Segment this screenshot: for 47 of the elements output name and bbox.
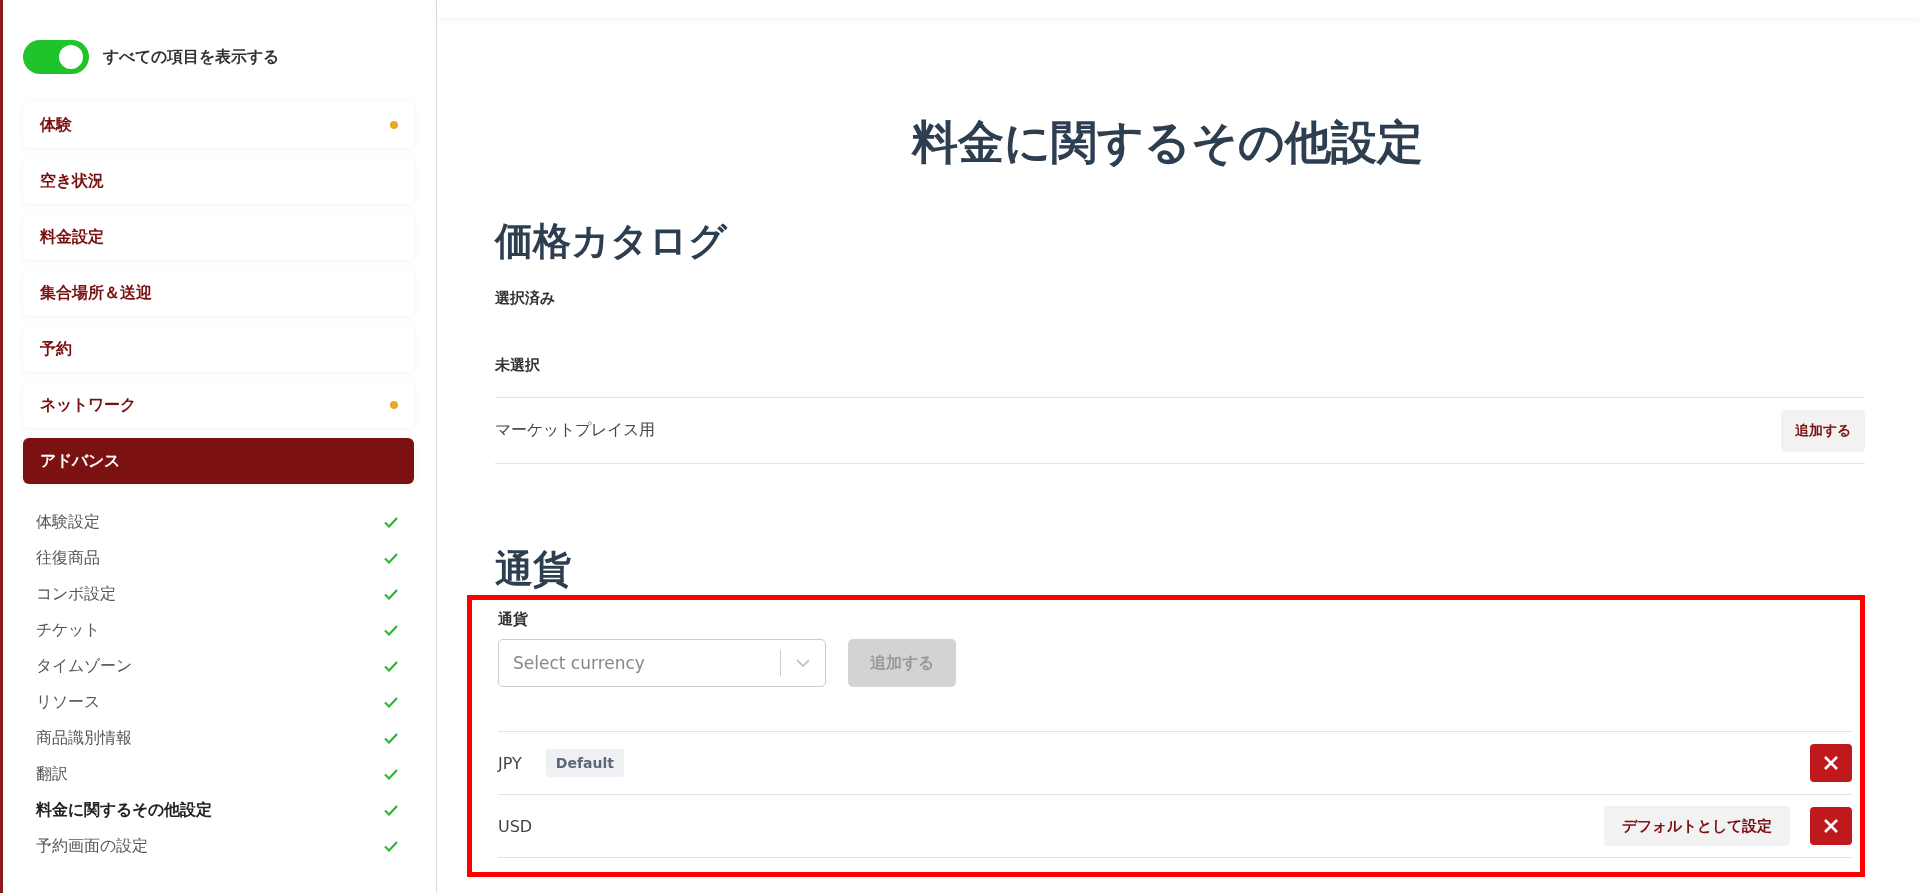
remove-button[interactable] bbox=[1810, 807, 1852, 845]
sidebar-subitem[interactable]: 翻訳 bbox=[36, 756, 398, 792]
check-icon bbox=[384, 588, 398, 600]
sidebar-subitem[interactable]: 予約画面の設定 bbox=[36, 828, 398, 864]
check-icon bbox=[384, 696, 398, 708]
sidebar-subitem[interactable]: 商品識別情報 bbox=[36, 720, 398, 756]
currency-code: JPY bbox=[498, 753, 522, 773]
chevron-down-icon bbox=[795, 658, 811, 668]
sidebar-subitem[interactable]: リソース bbox=[36, 684, 398, 720]
check-icon bbox=[384, 660, 398, 672]
sidebar-subitem[interactable]: コンボ設定 bbox=[36, 576, 398, 612]
unselected-label: 未選択 bbox=[495, 356, 1865, 398]
sidebar-section[interactable]: アドバンス bbox=[23, 438, 414, 484]
check-icon bbox=[384, 552, 398, 564]
set-default-button[interactable]: デフォルトとして設定 bbox=[1604, 806, 1790, 846]
check-icon bbox=[384, 840, 398, 852]
sidebar-section[interactable]: 体験 bbox=[23, 102, 414, 148]
sidebar-section[interactable]: 予約 bbox=[23, 326, 414, 372]
show-all-toggle[interactable] bbox=[23, 40, 89, 74]
sidebar-section[interactable]: 空き状況 bbox=[23, 158, 414, 204]
sidebar-section[interactable]: 料金設定 bbox=[23, 214, 414, 260]
toggle-label: すべての項目を表示する bbox=[103, 46, 279, 68]
remove-button[interactable] bbox=[1810, 744, 1852, 782]
check-icon bbox=[384, 516, 398, 528]
catalog-name: マーケットプレイス用 bbox=[495, 420, 655, 441]
currency-select[interactable]: Select currency bbox=[498, 639, 826, 687]
default-badge: Default bbox=[545, 749, 624, 777]
sidebar-subitem[interactable]: 往復商品 bbox=[36, 540, 398, 576]
sidebar-subitem[interactable]: チケット bbox=[36, 612, 398, 648]
section-heading: 価格カタログ bbox=[495, 218, 729, 265]
check-icon bbox=[384, 732, 398, 744]
sidebar-section[interactable]: 集合場所＆送迎 bbox=[23, 270, 414, 316]
sidebar-subitem[interactable]: タイムゾーン bbox=[36, 648, 398, 684]
page-title: 料金に関するその他設定 bbox=[910, 114, 1424, 171]
sidebar-subitem[interactable]: 体験設定 bbox=[36, 504, 398, 540]
selected-label: 選択済み bbox=[495, 289, 556, 308]
sidebar-subitem[interactable]: 料金に関するその他設定 bbox=[36, 792, 398, 828]
field-label: 通貨 bbox=[498, 610, 529, 629]
section-heading: 通貨 bbox=[495, 546, 572, 593]
close-icon bbox=[1823, 818, 1839, 834]
close-icon bbox=[1823, 755, 1839, 771]
check-icon bbox=[384, 804, 398, 816]
sidebar-section[interactable]: ネットワーク bbox=[23, 382, 414, 428]
add-button[interactable]: 追加する bbox=[1781, 409, 1865, 452]
check-icon bbox=[384, 624, 398, 636]
currency-code: USD bbox=[498, 816, 533, 836]
check-icon bbox=[384, 768, 398, 780]
